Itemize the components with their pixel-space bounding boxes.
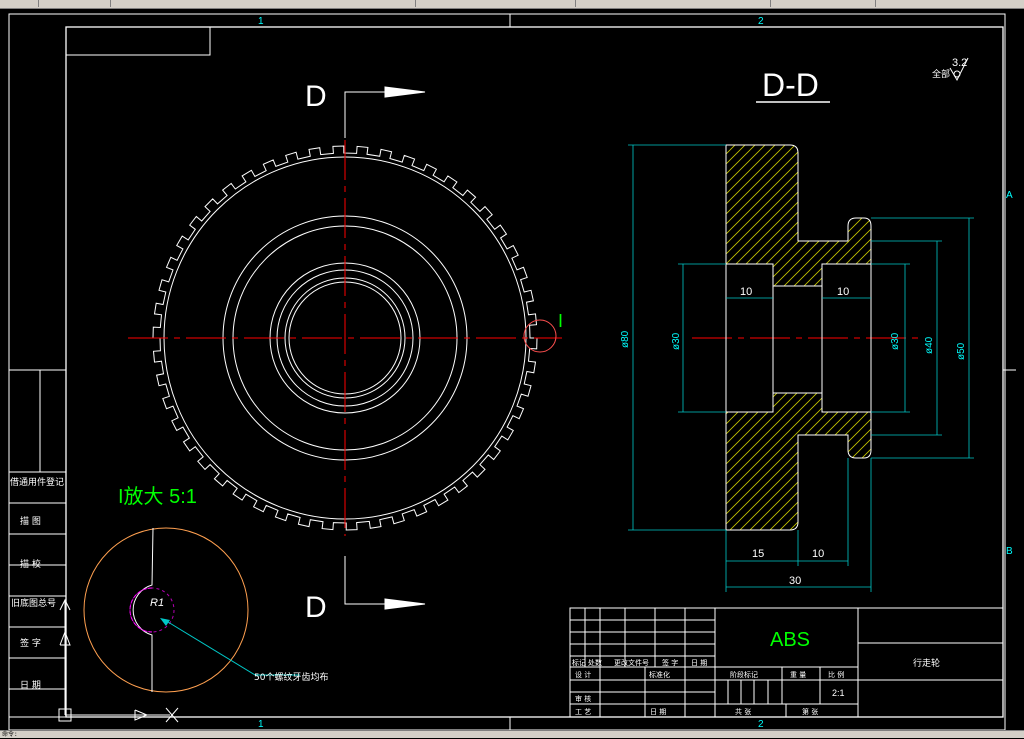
toolbar-segment[interactable] bbox=[0, 0, 39, 7]
tb-ratio-label: 比 例 bbox=[828, 670, 844, 679]
dim-d40: ø40 bbox=[924, 336, 935, 354]
dim-w15: 15 bbox=[752, 548, 764, 560]
tb-sheet-total: 共 张 bbox=[735, 707, 751, 716]
tb-row-label: 工 艺 bbox=[575, 708, 591, 716]
cad-drawing-canvas[interactable]: 1 2 1 2 A B 借通用件登记 描 图 描 校 旧底图总号 签 字 日 期 bbox=[0, 8, 1024, 730]
tb-header-cell: 更改文件号 bbox=[614, 658, 649, 667]
dim-w10-left: 10 bbox=[740, 286, 752, 298]
side-row-label: 描 校 bbox=[20, 558, 41, 570]
border-label-col-2: 2 bbox=[758, 16, 764, 27]
dim-w10-bottom: 10 bbox=[812, 548, 824, 560]
toolbar-segment[interactable] bbox=[40, 0, 111, 7]
border-label-col-1-bottom: 1 bbox=[258, 719, 264, 730]
tb-header-cell: 日 期 bbox=[691, 659, 707, 667]
dim-d80: ø80 bbox=[620, 330, 631, 348]
side-row-label: 日 期 bbox=[20, 680, 41, 691]
dim-d30-right: ø30 bbox=[890, 332, 901, 350]
tb-stage-label: 阶段标记 bbox=[730, 670, 758, 679]
detail-marker-circle bbox=[523, 319, 557, 353]
lineweight-dropdown[interactable] bbox=[775, 0, 876, 7]
tb-row-label: 审 核 bbox=[575, 694, 591, 703]
tb-row-label: 设 计 bbox=[575, 670, 591, 679]
side-row-label: 签 字 bbox=[20, 637, 41, 649]
detail-radius-label: R1 bbox=[150, 597, 164, 609]
scale-value: 2:1 bbox=[832, 688, 845, 698]
tb-header-cell: 标记 bbox=[572, 658, 586, 667]
part-name: 行走轮 bbox=[913, 657, 940, 669]
sheet-inner-frame bbox=[65, 26, 1004, 718]
border-label-row-b: B bbox=[1006, 546, 1013, 557]
detail-leader-note: 50个螺纹牙齿均布 bbox=[254, 671, 328, 683]
section-cut-letter-bottom: D bbox=[305, 591, 327, 624]
tb-weight-label: 重 量 bbox=[790, 671, 806, 679]
command-line[interactable]: 命令: bbox=[0, 730, 1024, 738]
tb-header-cell: 签 字 bbox=[662, 658, 678, 667]
tb-row-label: 日 期 bbox=[650, 708, 666, 716]
dim-d50: ø50 bbox=[956, 342, 967, 360]
side-row-label: 旧底图总号 bbox=[11, 597, 56, 609]
roughness-prefix: 全部 bbox=[932, 68, 950, 80]
section-cut-letter-top: D bbox=[305, 80, 327, 113]
material-label: ABS bbox=[770, 629, 810, 651]
code-box bbox=[65, 26, 211, 56]
side-row-label: 借通用件登记 bbox=[10, 476, 64, 488]
border-label-col-2-bottom: 2 bbox=[758, 719, 764, 730]
sheet-outer-frame bbox=[8, 13, 1006, 730]
detail-view bbox=[83, 527, 300, 693]
tb-header-cell: 处数 bbox=[588, 658, 602, 667]
tb-row-label: 标准化 bbox=[649, 670, 670, 679]
side-table bbox=[8, 369, 67, 718]
border-label-col-1: 1 bbox=[258, 16, 264, 27]
section-view-title: D-D bbox=[762, 67, 819, 103]
dim-d30-left: ø30 bbox=[671, 332, 682, 350]
layer-dropdown[interactable] bbox=[425, 0, 576, 7]
side-row-label: 描 图 bbox=[20, 515, 41, 527]
linetype-dropdown[interactable] bbox=[580, 0, 771, 7]
dim-w30: 30 bbox=[789, 575, 801, 587]
plotstyle-dropdown[interactable] bbox=[880, 0, 1024, 7]
toolbar-segment[interactable] bbox=[360, 0, 416, 7]
dim-w10-right: 10 bbox=[837, 286, 849, 298]
detail-title: I放大 5:1 bbox=[118, 485, 197, 508]
border-label-row-a: A bbox=[1006, 190, 1013, 201]
tb-sheet-no: 第 张 bbox=[802, 707, 818, 716]
section-cut-symbol bbox=[344, 86, 426, 610]
dimension-lines bbox=[628, 144, 974, 592]
ucs-icon bbox=[58, 598, 179, 723]
detail-marker-label: I bbox=[558, 311, 563, 331]
